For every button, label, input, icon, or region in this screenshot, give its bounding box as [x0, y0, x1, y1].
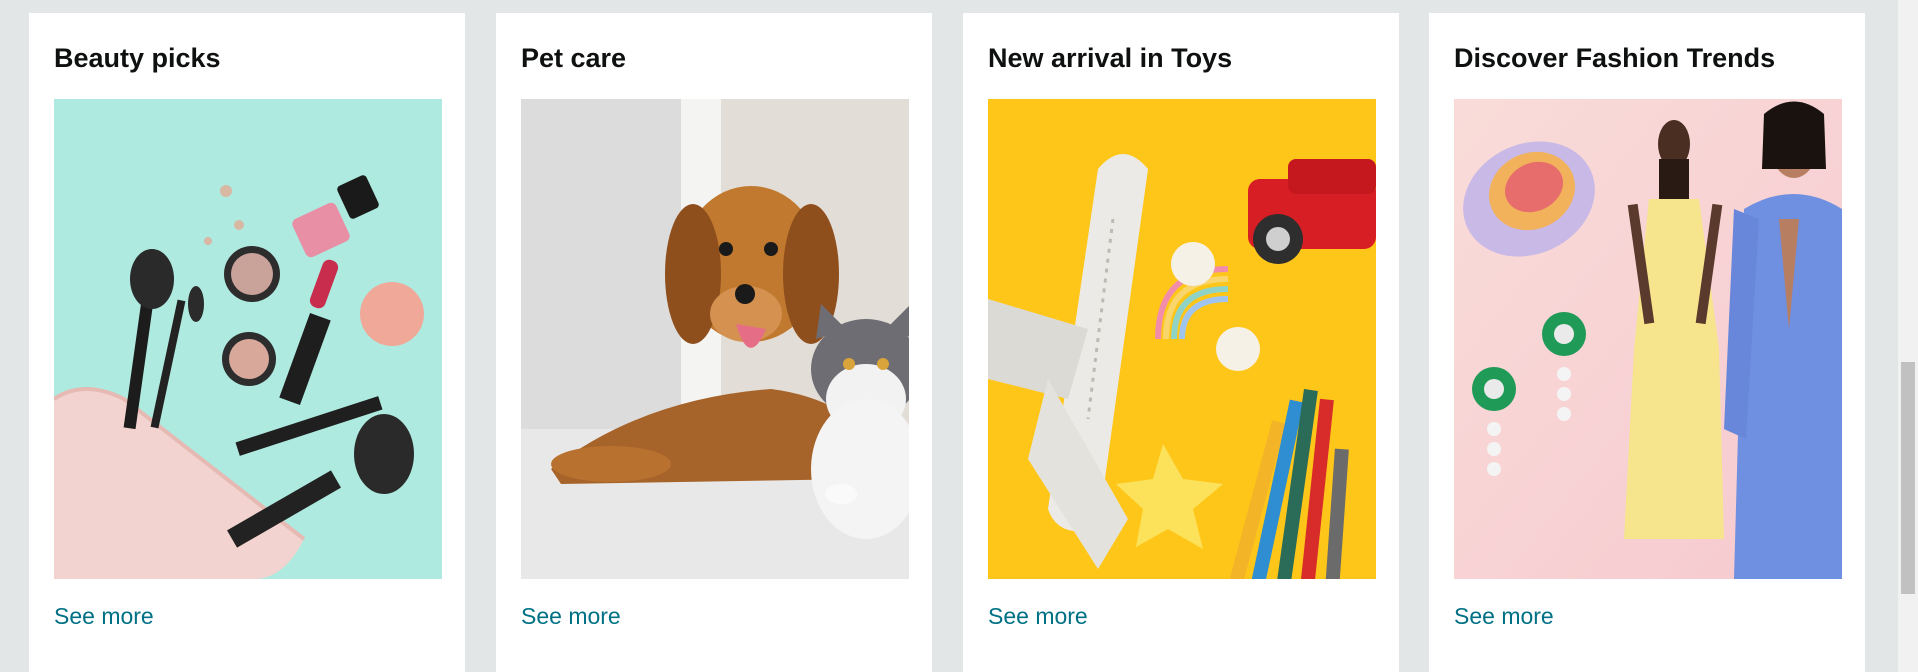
card-title: New arrival in Toys [988, 43, 1233, 73]
fashion-image [1454, 99, 1842, 579]
see-more-link[interactable]: See more [988, 603, 1088, 630]
card-image-toys[interactable] [988, 99, 1376, 579]
card-image-pets[interactable] [521, 99, 909, 579]
card-beauty-picks: Beauty picks See more [29, 13, 465, 672]
card-image-fashion[interactable] [1454, 99, 1842, 579]
see-more-link[interactable]: See more [1454, 603, 1554, 630]
card-title: Pet care [521, 43, 627, 73]
card-title: Discover Fashion Trends [1454, 43, 1776, 73]
scrollbar-thumb[interactable] [1901, 362, 1915, 594]
card-image-makeup[interactable] [54, 99, 442, 579]
card-pet-care: Pet care See more [496, 13, 932, 672]
page-viewport: Beauty picks See more Pet care See more … [0, 0, 1898, 672]
see-more-link[interactable]: See more [54, 603, 154, 630]
dog-and-cat-image [521, 99, 909, 579]
see-more-link[interactable]: See more [521, 603, 621, 630]
card-fashion-trends: Discover Fashion Trends See more [1429, 13, 1865, 672]
toys-image [988, 99, 1376, 579]
makeup-image [54, 99, 442, 579]
card-title: Beauty picks [54, 43, 221, 73]
vertical-scrollbar[interactable] [1898, 0, 1918, 672]
card-new-arrival-toys: New arrival in Toys See more [963, 13, 1399, 672]
